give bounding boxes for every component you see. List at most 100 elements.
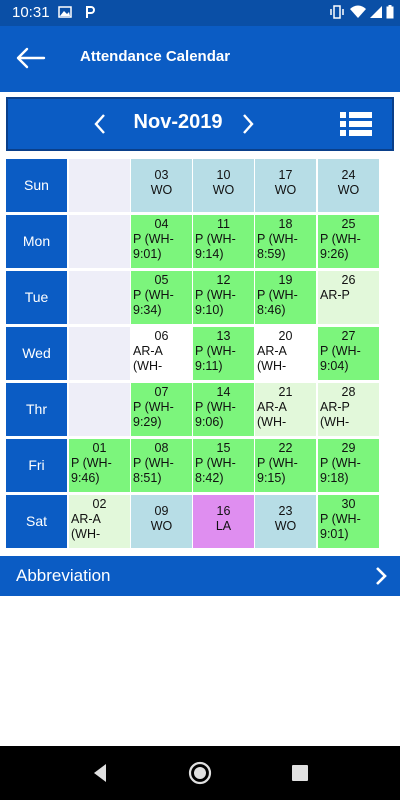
page-title: Attendance Calendar <box>80 48 231 65</box>
day-status: WO <box>212 183 235 197</box>
calendar-day-cell[interactable]: 09 WO <box>131 495 192 548</box>
chevron-right-icon <box>376 567 387 585</box>
weekday-label-tue: Tue <box>6 271 67 324</box>
calendar-day-cell[interactable]: 19 P (WH-8:46) <box>255 271 316 324</box>
day-status: P (WH-9:11) <box>195 344 236 373</box>
calendar-day-cell[interactable]: 01 P (WH-9:46) <box>69 439 130 492</box>
empty-day-cell <box>69 383 130 436</box>
abbreviation-bar[interactable]: Abbreviation <box>0 556 400 596</box>
day-number: 15 <box>216 441 231 455</box>
day-number: 28 <box>341 385 356 399</box>
status-time: 10:31 <box>12 4 50 21</box>
calendar-day-cell[interactable]: 03 WO <box>131 159 192 212</box>
day-status: P (WH-9:26) <box>320 232 361 261</box>
nav-recents-icon[interactable] <box>291 764 309 782</box>
day-status: P (WH-8:59) <box>257 232 298 261</box>
day-status: WO <box>150 519 173 533</box>
day-number: 04 <box>154 217 169 231</box>
day-status: AR-A (WH- <box>71 512 101 541</box>
calendar-day-cell[interactable]: 29 P (WH-9:18) <box>318 439 379 492</box>
day-status: P (WH-8:51) <box>133 456 174 485</box>
day-status: WO <box>150 183 173 197</box>
day-number: 21 <box>278 385 293 399</box>
day-number: 08 <box>154 441 169 455</box>
calendar-grid: Sun Mon Tue Wed Thr Fri Sat 03 WO 10 WO 17 WO 24 WO 04 P… <box>6 157 394 549</box>
signal-icon <box>370 6 382 18</box>
day-number: 11 <box>217 217 230 231</box>
day-number: 17 <box>278 168 293 182</box>
calendar-day-cell[interactable]: 21 AR-A (WH- <box>255 383 316 436</box>
calendar-day-cell[interactable]: 17 WO <box>255 159 316 212</box>
day-number: 09 <box>154 504 169 518</box>
day-number: 07 <box>154 385 169 399</box>
day-number: 12 <box>216 273 231 287</box>
day-status: AR-P (WH- <box>320 400 350 429</box>
day-status: P (WH-9:15) <box>257 456 298 485</box>
back-arrow-icon[interactable] <box>16 46 46 70</box>
day-status: P (WH-9:06) <box>195 400 236 429</box>
day-status: P (WH-9:01) <box>320 512 361 541</box>
day-status: P (WH-8:42) <box>195 456 236 485</box>
list-view-icon[interactable] <box>340 111 372 137</box>
previous-month-button[interactable] <box>92 113 108 135</box>
calendar-day-cell[interactable]: 30 P (WH-9:01) <box>318 495 379 548</box>
nav-back-icon[interactable] <box>90 762 110 784</box>
calendar-day-cell[interactable]: 18 P (WH-8:59) <box>255 215 316 268</box>
calendar-day-cell[interactable]: 13 P (WH-9:11) <box>193 327 254 380</box>
weekday-label-thr: Thr <box>6 383 67 436</box>
calendar-day-cell[interactable]: 07 P (WH-9:29) <box>131 383 192 436</box>
calendar-day-cell[interactable]: 14 P (WH-9:06) <box>193 383 254 436</box>
day-status: AR-A (WH- <box>257 344 287 373</box>
day-status: P (WH-9:04) <box>320 344 361 373</box>
day-number: 06 <box>154 329 169 343</box>
day-number: 16 <box>216 504 231 518</box>
calendar-day-cell[interactable]: 08 P (WH-8:51) <box>131 439 192 492</box>
calendar-day-cell[interactable]: 16 LA <box>193 495 254 548</box>
day-number: 25 <box>341 217 356 231</box>
nav-home-icon[interactable] <box>188 761 212 785</box>
day-status: AR-A (WH- <box>257 400 287 429</box>
day-status: LA <box>215 519 232 533</box>
next-month-button[interactable] <box>240 113 256 135</box>
empty-day-cell <box>69 327 130 380</box>
calendar-day-cell[interactable]: 22 P (WH-9:15) <box>255 439 316 492</box>
day-number: 23 <box>278 504 293 518</box>
calendar-day-cell[interactable]: 05 P (WH-9:34) <box>131 271 192 324</box>
calendar-day-cell[interactable]: 28 AR-P (WH- <box>318 383 379 436</box>
day-number: 19 <box>278 273 293 287</box>
calendar-day-cell[interactable]: 25 P (WH-9:26) <box>318 215 379 268</box>
calendar-day-cell[interactable]: 04 P (WH-9:01) <box>131 215 192 268</box>
calendar-day-cell[interactable]: 12 P (WH-9:10) <box>193 271 254 324</box>
month-navigation-bar: Nov-2019 <box>6 97 394 151</box>
status-bar: 10:31 <box>0 0 400 26</box>
app-bar: Attendance Calendar <box>0 26 400 92</box>
day-number: 18 <box>278 217 293 231</box>
empty-day-cell <box>69 159 130 212</box>
weekday-label-fri: Fri <box>6 439 67 492</box>
calendar-day-cell[interactable]: 10 WO <box>193 159 254 212</box>
calendar-day-cell[interactable]: 02 AR-A (WH- <box>69 495 130 548</box>
day-status: P (WH-9:10) <box>195 288 236 317</box>
empty-day-cell <box>69 271 130 324</box>
calendar-day-cell[interactable]: 24 WO <box>318 159 379 212</box>
day-status: WO <box>274 519 297 533</box>
battery-icon <box>386 5 394 19</box>
calendar-day-cell[interactable]: 20 AR-A (WH- <box>255 327 316 380</box>
day-status: P (WH-9:29) <box>133 400 174 429</box>
day-number: 01 <box>92 441 107 455</box>
calendar-day-cell[interactable]: 27 P (WH-9:04) <box>318 327 379 380</box>
day-number: 05 <box>154 273 169 287</box>
day-number: 24 <box>341 168 356 182</box>
vibrate-icon <box>330 5 344 19</box>
day-status: P (WH-9:01) <box>133 232 174 261</box>
calendar-day-cell[interactable]: 06 AR-A (WH- <box>131 327 192 380</box>
calendar-day-cell[interactable]: 26 AR-P <box>318 271 379 324</box>
day-status: P (WH-9:46) <box>71 456 112 485</box>
empty-day-cell <box>69 215 130 268</box>
calendar-day-cell[interactable]: 11 P (WH-9:14) <box>193 215 254 268</box>
parking-icon <box>86 6 95 18</box>
day-number: 27 <box>341 329 356 343</box>
day-number: 20 <box>278 329 293 343</box>
calendar-day-cell[interactable]: 23 WO <box>255 495 316 548</box>
calendar-day-cell[interactable]: 15 P (WH-8:42) <box>193 439 254 492</box>
